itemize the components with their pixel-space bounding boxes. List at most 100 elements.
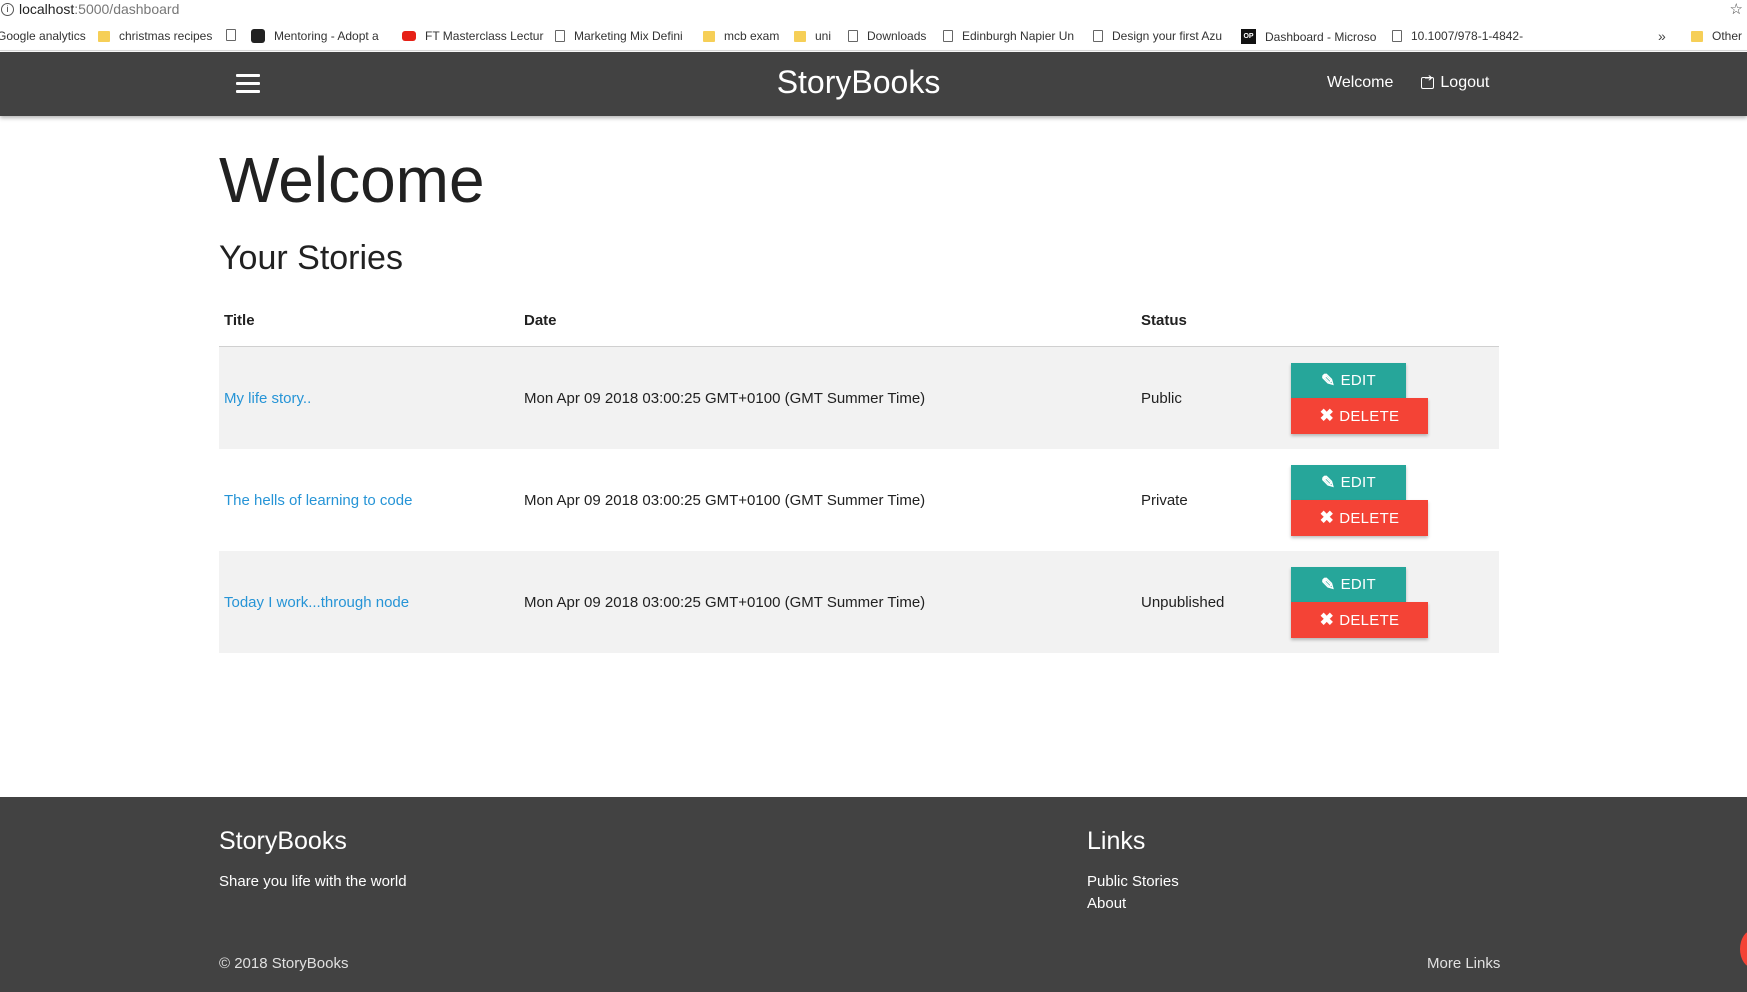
bookmark-item[interactable]: FT Masterclass Lectur — [402, 29, 543, 43]
column-header-date: Date — [519, 294, 1136, 347]
table-row: Today I work...through node Mon Apr 09 2… — [219, 551, 1499, 653]
edit-button[interactable]: ✎ EDIT — [1291, 363, 1406, 398]
page-icon — [1093, 30, 1103, 42]
url-host: localhost — [19, 1, 75, 17]
youtube-icon — [402, 31, 416, 41]
bookmark-label: uni — [815, 29, 832, 43]
table-row: My life story.. Mon Apr 09 2018 03:00:25… — [219, 346, 1499, 450]
bookmark-star-icon[interactable]: ☆ — [1730, 0, 1743, 18]
story-title-cell: Today I work...through node — [219, 551, 519, 653]
pencil-icon: ✎ — [1321, 370, 1336, 390]
section-title: Your Stories — [219, 239, 403, 277]
bookmarks-bar: Google analytics christmas recipes Mento… — [0, 24, 1747, 51]
bookmark-item[interactable]: Edinburgh Napier Un — [943, 29, 1074, 43]
info-icon[interactable]: i — [1, 2, 14, 16]
page-icon — [226, 29, 236, 41]
bookmark-item[interactable]: Google analytics — [0, 29, 86, 43]
footer-more-links[interactable]: More Links — [1427, 955, 1500, 972]
bookmark-item[interactable] — [226, 29, 245, 41]
story-actions: ✎ EDIT ✖ DELETE — [1286, 347, 1499, 450]
delete-button[interactable]: ✖ DELETE — [1291, 500, 1428, 536]
bookmark-label: mcb exam — [724, 29, 780, 43]
page-icon — [1392, 30, 1402, 42]
delete-button-label: DELETE — [1339, 509, 1400, 527]
bookmark-item[interactable]: christmas recipes — [98, 29, 212, 43]
close-icon: ✖ — [1319, 610, 1335, 629]
bookmark-item[interactable]: 10.1007/978-1-4842- — [1392, 29, 1523, 43]
footer-tagline: Share you life with the world — [219, 873, 407, 890]
nav-links: Welcome Logout — [1327, 73, 1490, 92]
bookmark-item[interactable]: OP Dashboard - Microso — [1241, 29, 1376, 44]
edit-button[interactable]: ✎ EDIT — [1291, 567, 1406, 602]
table-header-row: Title Date Status — [219, 294, 1499, 347]
address-bar[interactable]: i localhost:5000/dashboard ☆ — [0, 0, 1747, 18]
story-status: Public — [1141, 389, 1182, 407]
page-icon — [848, 30, 858, 42]
footer-copyright-bar: © 2018 StoryBooks More Links — [0, 937, 1747, 992]
edit-button-label: EDIT — [1340, 474, 1376, 491]
nav-logout-label: Logout — [1440, 74, 1490, 91]
column-header-actions — [1286, 294, 1499, 347]
close-icon: ✖ — [1319, 406, 1335, 425]
stories-table: Title Date Status My life story.. Mon Ap… — [219, 294, 1499, 653]
bookmark-item[interactable]: uni — [794, 29, 831, 43]
bookmark-item[interactable]: Marketing Mix Defini — [555, 29, 683, 43]
story-status: Private — [1141, 491, 1188, 509]
story-title-cell: My life story.. — [219, 347, 519, 450]
footer-links-title: Links — [1087, 827, 1146, 855]
story-actions: ✎ EDIT ✖ DELETE — [1286, 551, 1499, 653]
folder-icon — [98, 30, 110, 42]
delete-button[interactable]: ✖ DELETE — [1291, 602, 1428, 638]
bookmark-label: Google analytics — [0, 29, 86, 43]
bookmark-label: Downloads — [867, 29, 927, 43]
column-header-title: Title — [219, 294, 519, 347]
edit-button-label: EDIT — [1340, 372, 1376, 389]
bookmark-label: Mentoring - Adopt a — [274, 29, 379, 43]
folder-icon — [1691, 30, 1703, 42]
op-icon: OP — [1241, 29, 1256, 44]
table-row: The hells of learning to code Mon Apr 09… — [219, 449, 1499, 551]
bookmark-label: Edinburgh Napier Un — [962, 29, 1075, 43]
story-title-link[interactable]: The hells of learning to code — [224, 492, 412, 509]
story-status: Unpublished — [1141, 593, 1225, 611]
copyright-text: © 2018 StoryBooks — [219, 955, 349, 972]
footer-brand: StoryBooks — [219, 827, 347, 855]
edit-button[interactable]: ✎ EDIT — [1291, 465, 1406, 500]
bookmark-label: christmas recipes — [119, 29, 213, 43]
url-path: :5000/dashboard — [74, 1, 180, 17]
bookmark-item[interactable]: mcb exam — [703, 29, 779, 43]
pencil-icon: ✎ — [1321, 472, 1336, 492]
story-title-cell: The hells of learning to code — [219, 449, 519, 551]
bookmark-label: Other — [1712, 29, 1743, 43]
story-date: Mon Apr 09 2018 03:00:25 GMT+0100 (GMT S… — [524, 389, 926, 407]
story-actions: ✎ EDIT ✖ DELETE — [1286, 449, 1499, 551]
footer-link-public-stories[interactable]: Public Stories — [1087, 873, 1179, 890]
bookmark-item[interactable]: Design your first Azu — [1093, 29, 1222, 43]
bookmarks-overflow-icon[interactable]: » — [1658, 28, 1666, 44]
bookmark-item[interactable]: Mentoring - Adopt a — [251, 29, 379, 43]
page-title: Welcome — [219, 144, 485, 216]
delete-button-label: DELETE — [1339, 407, 1400, 425]
folder-icon — [703, 30, 715, 42]
story-date: Mon Apr 09 2018 03:00:25 GMT+0100 (GMT S… — [524, 593, 926, 611]
bookmark-item[interactable]: Other — [1691, 29, 1742, 43]
story-date: Mon Apr 09 2018 03:00:25 GMT+0100 (GMT S… — [524, 491, 926, 509]
delete-button-label: DELETE — [1339, 611, 1400, 629]
nav-welcome-link[interactable]: Welcome — [1327, 74, 1393, 92]
delete-button[interactable]: ✖ DELETE — [1291, 398, 1428, 434]
logout-icon — [1421, 73, 1435, 89]
footer-link-about[interactable]: About — [1087, 895, 1126, 912]
bookmark-label: Design your first Azu — [1112, 29, 1223, 43]
footer: StoryBooks Share you life with the world… — [0, 797, 1747, 992]
story-title-link[interactable]: Today I work...through node — [224, 594, 409, 611]
bookmark-label: FT Masterclass Lectur — [425, 29, 544, 43]
bookmark-label: 10.1007/978-1-4842- — [1411, 29, 1524, 43]
page-icon — [943, 30, 953, 42]
bookmark-label: Marketing Mix Defini — [574, 29, 683, 43]
column-header-status: Status — [1136, 294, 1286, 347]
close-icon: ✖ — [1319, 508, 1335, 527]
story-title-link[interactable]: My life story.. — [224, 390, 311, 407]
edit-button-label: EDIT — [1340, 576, 1376, 593]
bookmark-item[interactable]: Downloads — [848, 29, 926, 43]
nav-logout-link[interactable]: Logout — [1421, 73, 1490, 92]
